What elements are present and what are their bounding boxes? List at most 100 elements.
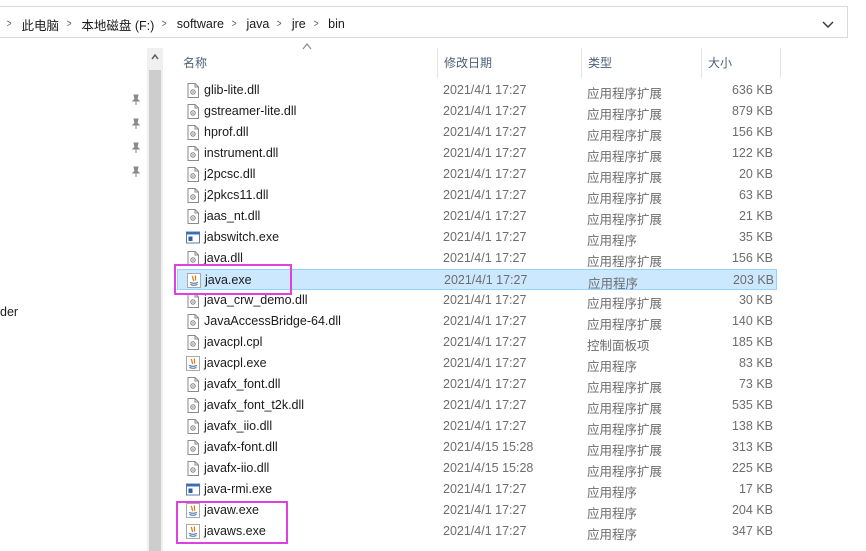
breadcrumb-separator[interactable]: > — [314, 18, 319, 30]
file-type: 控制面板项 — [587, 339, 650, 353]
file-date: 2021/4/15 15:28 — [443, 461, 534, 475]
file-type: 应用程序扩展 — [587, 150, 663, 164]
file-row[interactable]: jaas_nt.dll 2021/4/1 17:27 应用程序扩展 21 KB — [177, 206, 777, 227]
file-name: javafx_iio.dll — [204, 419, 273, 433]
breadcrumb-software[interactable]: software — [176, 17, 225, 31]
file-row[interactable]: j2pkcs11.dll 2021/4/1 17:27 应用程序扩展 63 KB — [177, 185, 777, 206]
file-type: 应用程序扩展 — [587, 192, 663, 206]
dll-icon — [186, 209, 200, 224]
file-date: 2021/4/1 17:27 — [443, 377, 527, 391]
pin-icon[interactable] — [130, 166, 142, 178]
file-size: 63 KB — [738, 188, 773, 202]
file-row[interactable]: java-rmi.exe 2021/4/1 17:27 应用程序 17 KB — [177, 479, 777, 500]
file-row[interactable]: JavaAccessBridge-64.dll 2021/4/1 17:27 应用程… — [177, 311, 777, 332]
file-size: 138 KB — [731, 419, 773, 433]
breadcrumb-separator[interactable]: > — [162, 18, 167, 30]
breadcrumb-separator[interactable]: > — [232, 18, 237, 30]
file-row[interactable]: jabswitch.exe 2021/4/1 17:27 应用程序 35 KB — [177, 227, 777, 248]
file-name: javacpl.exe — [204, 356, 267, 370]
highlight-box — [176, 501, 288, 544]
dll-icon — [186, 377, 200, 392]
java-exe-icon — [186, 356, 200, 371]
breadcrumb-bin[interactable]: bin — [327, 17, 346, 31]
file-name: javafx_font.dll — [204, 377, 281, 391]
file-type: 应用程序 — [587, 360, 638, 374]
file-row[interactable]: javafx_font.dll 2021/4/1 17:27 应用程序扩展 73 KB — [177, 374, 777, 395]
breadcrumb-separator[interactable]: > — [67, 18, 72, 30]
pin-icon[interactable] — [130, 94, 142, 106]
file-date: 2021/4/1 17:27 — [443, 125, 527, 139]
file-date: 2021/4/1 17:27 — [443, 314, 527, 328]
chevron-down-icon[interactable] — [820, 16, 836, 32]
file-row[interactable]: javafx_iio.dll 2021/4/1 17:27 应用程序扩展 138 KB — [177, 416, 777, 437]
dll-icon — [186, 83, 200, 98]
file-row[interactable]: hprof.dll 2021/4/1 17:27 应用程序扩展 156 KB — [177, 122, 777, 143]
dll-icon — [186, 314, 200, 329]
sort-ascending-icon — [302, 43, 312, 50]
breadcrumb-separator[interactable]: > — [7, 18, 12, 30]
breadcrumb-java[interactable]: java — [245, 17, 270, 31]
file-size: 17 KB — [738, 482, 773, 496]
dll-icon — [186, 104, 200, 119]
scrollbar-thumb[interactable] — [149, 70, 161, 551]
dll-icon — [186, 146, 200, 161]
file-size: 347 KB — [731, 524, 773, 538]
scroll-up-icon[interactable] — [150, 52, 160, 62]
nav-item-partial[interactable]: der — [0, 305, 18, 319]
file-size: 879 KB — [731, 104, 773, 118]
file-type: 应用程序 — [587, 528, 638, 542]
breadcrumb-jre[interactable]: jre — [291, 17, 307, 31]
file-type: 应用程序扩展 — [587, 465, 663, 479]
file-name: jabswitch.exe — [204, 230, 280, 244]
file-row[interactable]: javafx_font_t2k.dll 2021/4/1 17:27 应用程序扩展 5… — [177, 395, 777, 416]
file-name: jaas_nt.dll — [204, 209, 261, 223]
file-type: 应用程序扩展 — [587, 108, 663, 122]
file-name: JavaAccessBridge-64.dll — [204, 314, 341, 328]
file-size: 122 KB — [731, 146, 773, 160]
file-name: instrument.dll — [204, 146, 279, 160]
file-type: 应用程序扩展 — [587, 87, 663, 101]
file-size: 535 KB — [731, 398, 773, 412]
scrollbar[interactable] — [147, 48, 163, 551]
dll-icon — [186, 398, 200, 413]
file-size: 30 KB — [738, 293, 773, 307]
file-size: 140 KB — [731, 314, 773, 328]
file-date: 2021/4/1 17:27 — [443, 398, 527, 412]
highlight-box — [174, 264, 292, 295]
file-type: 应用程序扩展 — [587, 402, 663, 416]
dll-icon — [186, 335, 200, 350]
file-date: 2021/4/1 17:27 — [443, 356, 527, 370]
file-type: 应用程序扩展 — [587, 318, 663, 332]
file-row[interactable]: j2pcsc.dll 2021/4/1 17:27 应用程序扩展 20 KB — [177, 164, 777, 185]
pin-icon[interactable] — [130, 142, 142, 154]
file-size: 204 KB — [731, 503, 773, 517]
pin-icon[interactable] — [130, 118, 142, 130]
breadcrumb-separator[interactable]: > — [277, 18, 282, 30]
breadcrumb: > 此电脑 > 本地磁盘 (F:) > software > java > jr… — [0, 14, 346, 34]
dll-icon — [186, 293, 200, 308]
file-type: 应用程序扩展 — [587, 423, 663, 437]
file-row[interactable]: javafx-font.dll 2021/4/15 15:28 应用程序扩展 313 … — [177, 437, 777, 458]
file-row[interactable]: javafx-iio.dll 2021/4/15 15:28 应用程序扩展 225 K… — [177, 458, 777, 479]
file-row[interactable]: instrument.dll 2021/4/1 17:27 应用程序扩展 122 KB — [177, 143, 777, 164]
file-name: javafx-iio.dll — [204, 461, 270, 475]
breadcrumb-this-pc[interactable]: 此电脑 — [20, 15, 60, 34]
file-row[interactable]: gstreamer-lite.dll 2021/4/1 17:27 应用程序扩展 87… — [177, 101, 777, 122]
file-size: 156 KB — [731, 125, 773, 139]
breadcrumb-local-disk[interactable]: 本地磁盘 (F:) — [80, 15, 155, 34]
file-size: 35 KB — [738, 230, 773, 244]
file-name: j2pcsc.dll — [204, 167, 256, 181]
file-name: java-rmi.exe — [204, 482, 273, 496]
file-row[interactable]: javacpl.cpl 2021/4/1 17:27 控制面板项 185 KB — [177, 332, 777, 353]
file-size: 225 KB — [731, 461, 773, 475]
file-type: 应用程序 — [587, 234, 638, 248]
file-row[interactable]: javacpl.exe 2021/4/1 17:27 应用程序 83 KB — [177, 353, 777, 374]
file-date: 2021/4/1 17:27 — [443, 293, 527, 307]
file-date: 2021/4/1 17:27 — [443, 524, 527, 538]
file-name: hprof.dll — [204, 125, 249, 139]
file-name: glib-lite.dll — [204, 83, 260, 97]
file-size: 83 KB — [738, 356, 773, 370]
file-type: 应用程序扩展 — [587, 297, 663, 311]
file-row[interactable]: glib-lite.dll 2021/4/1 17:27 应用程序扩展 636 KB — [177, 80, 777, 101]
file-name: gstreamer-lite.dll — [204, 104, 297, 118]
